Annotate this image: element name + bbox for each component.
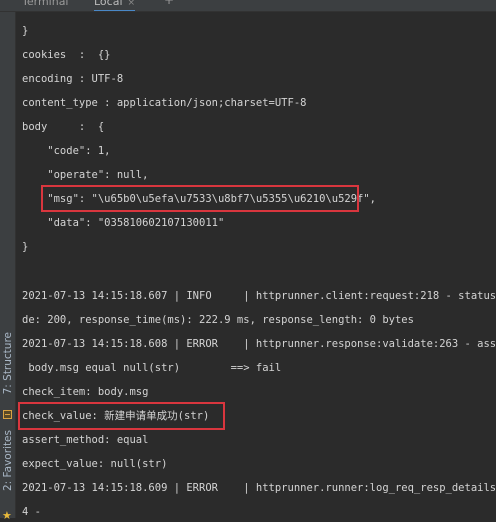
console-line: 2021-07-13 14:15:18.608 | ERROR | httpru… (22, 338, 496, 350)
console-line: cookies : {} (22, 49, 111, 61)
console-line: "code": 1, (22, 145, 111, 157)
structure-icon (3, 410, 12, 419)
console-line: body.msg equal null(str) ==> fail (22, 362, 282, 374)
console-line: encoding : UTF-8 (22, 73, 124, 85)
console-line: 2021-07-13 14:15:18.609 | ERROR | httpru… (22, 482, 496, 494)
check-value-highlight-box (18, 402, 225, 430)
console-line: 4 - (22, 506, 41, 518)
console-line: 2021-07-13 14:15:18.607 | INFO | httprun… (22, 290, 496, 302)
structure-label: 7: Structure (2, 332, 14, 395)
console-line: assert_method: equal (22, 434, 149, 446)
msg-highlight-box (41, 185, 359, 212)
console-line: } (22, 241, 29, 253)
console-line: de: 200, response_time(ms): 222.9 ms, re… (22, 314, 414, 326)
console-line: check_item: body.msg (22, 386, 149, 398)
left-tool-strip: 7: Structure 2: Favorites ★ (0, 12, 16, 522)
console-line: "data": "035810602107130011" (22, 217, 225, 229)
console-line: } (22, 25, 29, 37)
console-line: "operate": null, (22, 169, 149, 181)
console-line: content_type : application/json;charset=… (22, 97, 307, 109)
console-line: body : { (22, 121, 105, 133)
console-output[interactable]: } cookies : {} encoding : UTF-8 content_… (22, 0, 496, 518)
star-icon: ★ (2, 509, 12, 522)
favorites-label: 2: Favorites (2, 430, 14, 491)
console-line: expect_value: null(str) (22, 458, 168, 470)
